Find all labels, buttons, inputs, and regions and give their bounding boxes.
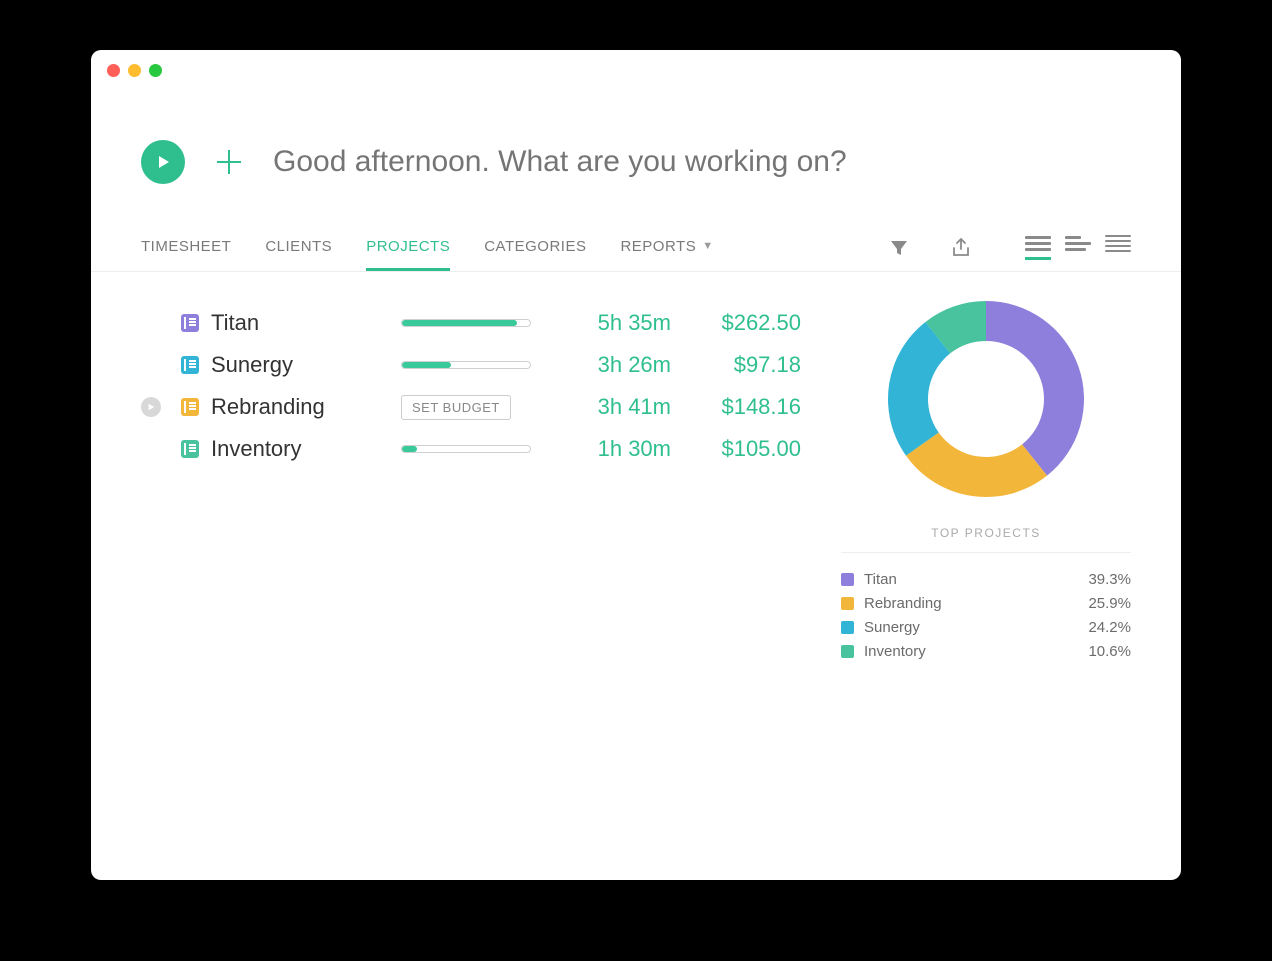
plus-icon bbox=[213, 146, 245, 178]
export-button[interactable] bbox=[947, 234, 975, 262]
close-window-button[interactable] bbox=[107, 64, 120, 77]
legend-row: Inventory 10.6% bbox=[841, 639, 1131, 663]
row-play-button[interactable] bbox=[141, 397, 161, 417]
project-amount: $97.18 bbox=[681, 352, 801, 378]
budget-progress bbox=[401, 361, 531, 369]
project-icon bbox=[181, 398, 199, 416]
project-row[interactable]: Sunergy 3h 26m $97.18 bbox=[141, 344, 811, 386]
tab-reports[interactable]: REPORTS ▼ bbox=[620, 224, 713, 271]
maximize-window-button[interactable] bbox=[149, 64, 162, 77]
project-row[interactable]: Inventory 1h 30m $105.00 bbox=[141, 428, 811, 470]
project-duration: 5h 35m bbox=[561, 310, 671, 336]
project-row[interactable]: Rebranding SET BUDGET 3h 41m $148.16 bbox=[141, 386, 811, 428]
tab-projects[interactable]: PROJECTS bbox=[366, 224, 450, 271]
legend-name: Titan bbox=[864, 571, 1088, 588]
header bbox=[91, 50, 1181, 224]
tab-reports-label: REPORTS bbox=[620, 238, 696, 255]
window-controls bbox=[107, 64, 162, 77]
view-compact-button[interactable] bbox=[1105, 235, 1131, 261]
project-duration: 3h 26m bbox=[561, 352, 671, 378]
project-duration: 3h 41m bbox=[561, 394, 671, 420]
app-window: TIMESHEET CLIENTS PROJECTS CATEGORIES RE… bbox=[91, 50, 1181, 880]
share-icon bbox=[950, 237, 972, 259]
legend-percent: 24.2% bbox=[1088, 619, 1131, 636]
chart-legend: Titan 39.3% Rebranding 25.9% Sunergy 24.… bbox=[841, 567, 1131, 663]
budget-progress bbox=[401, 319, 531, 327]
start-timer-button[interactable] bbox=[141, 140, 185, 184]
divider bbox=[841, 552, 1131, 553]
legend-percent: 25.9% bbox=[1088, 595, 1131, 612]
project-icon bbox=[181, 440, 199, 458]
project-name: Titan bbox=[211, 310, 391, 336]
project-icon bbox=[181, 356, 199, 374]
donut-slice bbox=[986, 301, 1084, 476]
task-input[interactable] bbox=[273, 145, 1131, 179]
legend-swatch bbox=[841, 621, 854, 634]
legend-row: Titan 39.3% bbox=[841, 567, 1131, 591]
project-row[interactable]: Titan 5h 35m $262.50 bbox=[141, 302, 811, 344]
tab-categories[interactable]: CATEGORIES bbox=[484, 224, 586, 271]
legend-swatch bbox=[841, 645, 854, 658]
minimize-window-button[interactable] bbox=[128, 64, 141, 77]
project-amount: $262.50 bbox=[681, 310, 801, 336]
chart-title: TOP PROJECTS bbox=[931, 526, 1041, 540]
legend-percent: 10.6% bbox=[1088, 643, 1131, 660]
donut-chart bbox=[881, 294, 1091, 504]
tab-timesheet[interactable]: TIMESHEET bbox=[141, 224, 231, 271]
dropdown-icon: ▼ bbox=[702, 240, 713, 252]
project-amount: $105.00 bbox=[681, 436, 801, 462]
legend-row: Rebranding 25.9% bbox=[841, 591, 1131, 615]
play-icon bbox=[155, 154, 171, 170]
tabs: TIMESHEET CLIENTS PROJECTS CATEGORIES RE… bbox=[91, 224, 1181, 272]
add-entry-button[interactable] bbox=[209, 142, 249, 182]
view-grouped-button[interactable] bbox=[1065, 236, 1091, 260]
content: Titan 5h 35m $262.50 Sunergy 3h 26m $97.… bbox=[91, 272, 1181, 693]
tab-clients[interactable]: CLIENTS bbox=[265, 224, 332, 271]
project-name: Rebranding bbox=[211, 394, 391, 420]
set-budget-button[interactable]: SET BUDGET bbox=[401, 395, 511, 420]
project-list: Titan 5h 35m $262.50 Sunergy 3h 26m $97.… bbox=[141, 302, 811, 663]
legend-name: Inventory bbox=[864, 643, 1088, 660]
legend-name: Sunergy bbox=[864, 619, 1088, 636]
legend-swatch bbox=[841, 573, 854, 586]
top-projects-panel: TOP PROJECTS Titan 39.3% Rebranding 25.9… bbox=[841, 302, 1131, 663]
project-name: Sunergy bbox=[211, 352, 391, 378]
view-toggles bbox=[1025, 235, 1131, 261]
project-name: Inventory bbox=[211, 436, 391, 462]
legend-swatch bbox=[841, 597, 854, 610]
funnel-icon bbox=[889, 238, 909, 258]
legend-row: Sunergy 24.2% bbox=[841, 615, 1131, 639]
filter-button[interactable] bbox=[885, 234, 913, 262]
legend-name: Rebranding bbox=[864, 595, 1088, 612]
view-list-button[interactable] bbox=[1025, 236, 1051, 260]
budget-progress bbox=[401, 445, 531, 453]
project-amount: $148.16 bbox=[681, 394, 801, 420]
project-duration: 1h 30m bbox=[561, 436, 671, 462]
legend-percent: 39.3% bbox=[1088, 571, 1131, 588]
project-icon bbox=[181, 314, 199, 332]
